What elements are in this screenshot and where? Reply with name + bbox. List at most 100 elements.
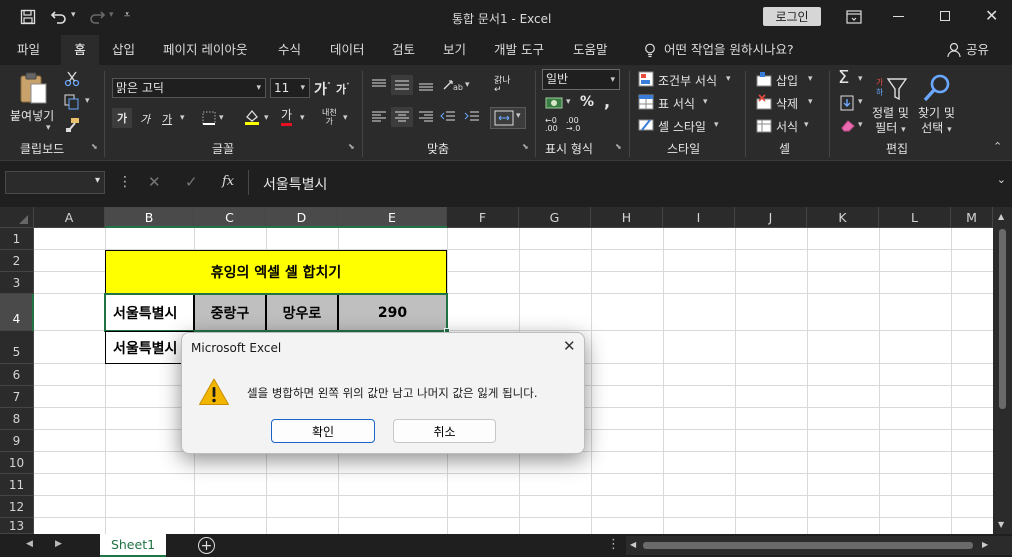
- conditional-format-button[interactable]: 조건부 서식: [658, 72, 717, 89]
- align-top-icon[interactable]: [371, 78, 387, 95]
- minimize-icon[interactable]: [893, 16, 904, 17]
- column-header-b[interactable]: B: [105, 207, 194, 228]
- row-header-3[interactable]: 3: [0, 272, 34, 294]
- cell-styles-icon[interactable]: [638, 117, 654, 136]
- close-icon[interactable]: ✕: [985, 6, 998, 25]
- confirm-entry-icon[interactable]: ✓: [185, 173, 198, 191]
- chevron-down-icon[interactable]: ▾: [300, 79, 305, 97]
- column-header-f[interactable]: F: [447, 207, 519, 228]
- insert-function-icon[interactable]: fx: [222, 174, 234, 189]
- insert-cells-button[interactable]: 삽입: [776, 72, 798, 89]
- format-cells-dropdown-icon[interactable]: ▾: [804, 120, 809, 130]
- row-header-12[interactable]: 12: [0, 496, 34, 518]
- expand-formula-icon[interactable]: ⌄: [997, 173, 1006, 186]
- conditional-format-icon[interactable]: [638, 71, 654, 90]
- column-header-g[interactable]: G: [519, 207, 591, 228]
- paste-label[interactable]: 붙여넣기: [10, 107, 54, 124]
- percent-icon[interactable]: %: [580, 94, 594, 110]
- align-center-icon[interactable]: [391, 107, 413, 127]
- font-name-combo[interactable]: 맑은 고딕 ▾: [112, 78, 266, 98]
- row-header-8[interactable]: 8: [0, 408, 34, 430]
- border-icon[interactable]: [202, 111, 216, 128]
- tab-developer[interactable]: 개발 도구: [494, 35, 544, 65]
- accounting-dropdown-icon[interactable]: ▾: [566, 97, 571, 107]
- row-header-6[interactable]: 6: [0, 364, 34, 386]
- font-color-dropdown-icon[interactable]: ▾: [300, 113, 305, 123]
- tab-view[interactable]: 보기: [443, 35, 466, 65]
- chevron-down-icon[interactable]: ▾: [95, 175, 100, 186]
- autosum-dropdown-icon[interactable]: ▾: [858, 74, 863, 84]
- alignment-launcher-icon[interactable]: ⬊: [522, 142, 529, 151]
- autosum-icon[interactable]: Σ: [838, 67, 849, 88]
- accounting-format-icon[interactable]: [545, 96, 563, 113]
- ok-button[interactable]: 확인: [271, 419, 375, 443]
- delete-cells-button[interactable]: 삭제: [776, 95, 798, 112]
- vertical-scrollbar[interactable]: ▲ ▼: [993, 207, 1012, 534]
- login-button[interactable]: 로그인: [763, 7, 821, 26]
- cell-styles-dropdown-icon[interactable]: ▾: [714, 120, 719, 130]
- underline-dropdown-icon[interactable]: ▾: [180, 113, 185, 123]
- tab-insert[interactable]: 삽입: [112, 35, 135, 65]
- font-color-icon[interactable]: 가: [281, 108, 293, 126]
- decrease-decimal-icon[interactable]: .00 →.0: [566, 117, 580, 133]
- horizontal-scroll-thumb[interactable]: [643, 542, 973, 549]
- tab-help[interactable]: 도움말: [573, 35, 608, 65]
- cancel-button[interactable]: 취소: [393, 419, 496, 443]
- row-header-2[interactable]: 2: [0, 250, 34, 272]
- cut-icon[interactable]: [64, 71, 80, 90]
- redo-icon[interactable]: [88, 9, 106, 28]
- column-header-a[interactable]: A: [34, 207, 105, 228]
- delete-cells-dropdown-icon[interactable]: ▾: [808, 97, 813, 107]
- column-header-c[interactable]: C: [194, 207, 266, 228]
- scroll-left-icon[interactable]: ◀: [630, 540, 636, 549]
- sort-filter-icon[interactable]: 가하: [876, 75, 908, 106]
- undo-dropdown-icon[interactable]: ▾: [71, 10, 76, 20]
- phonetic-icon[interactable]: 내천 가: [322, 108, 337, 126]
- column-header-e[interactable]: E: [338, 207, 447, 228]
- number-format-combo[interactable]: 일반 ▾: [542, 69, 620, 90]
- tab-data[interactable]: 데이터: [330, 35, 365, 65]
- clear-icon[interactable]: [840, 118, 856, 135]
- font-size-combo[interactable]: 11 ▾: [270, 78, 310, 98]
- chevron-down-icon[interactable]: ▾: [256, 79, 261, 97]
- sheet-tab-sheet1[interactable]: Sheet1: [100, 534, 166, 557]
- format-table-dropdown-icon[interactable]: ▾: [703, 97, 708, 107]
- tab-page-layout[interactable]: 페이지 레이아웃: [163, 35, 247, 65]
- orientation-icon[interactable]: ab: [442, 77, 464, 96]
- row-header-13[interactable]: 13: [0, 518, 34, 534]
- tab-review[interactable]: 검토: [392, 35, 415, 65]
- find-select-icon[interactable]: [922, 73, 952, 106]
- decrease-indent-icon[interactable]: [440, 110, 456, 127]
- paste-icon[interactable]: [18, 71, 48, 108]
- fill-color-icon[interactable]: [243, 108, 261, 129]
- underline-icon[interactable]: 가: [162, 111, 172, 127]
- font-launcher-icon[interactable]: ⬊: [348, 142, 355, 151]
- border-dropdown-icon[interactable]: ▾: [219, 113, 224, 123]
- ribbon-display-icon[interactable]: [846, 10, 862, 27]
- column-header-j[interactable]: J: [735, 207, 807, 228]
- align-left-icon[interactable]: [371, 110, 387, 127]
- italic-icon[interactable]: 가: [140, 111, 150, 127]
- column-header-i[interactable]: I: [663, 207, 735, 228]
- align-middle-icon[interactable]: [391, 75, 413, 95]
- row-header-7[interactable]: 7: [0, 386, 34, 408]
- format-table-button[interactable]: 표 서식: [658, 95, 695, 112]
- cancel-entry-icon[interactable]: ✕: [148, 173, 161, 191]
- increase-indent-icon[interactable]: [464, 110, 480, 127]
- select-all-corner[interactable]: [0, 207, 34, 228]
- format-cells-icon[interactable]: [756, 117, 772, 136]
- find-select-button[interactable]: 찾기 및 선택 ▾: [918, 106, 955, 138]
- tab-home[interactable]: 홈: [61, 35, 99, 65]
- fill-dropdown-icon[interactable]: ▾: [858, 97, 863, 107]
- column-header-k[interactable]: K: [807, 207, 879, 228]
- scroll-down-icon[interactable]: ▼: [998, 520, 1004, 529]
- undo-icon[interactable]: [50, 9, 68, 28]
- cell-styles-button[interactable]: 셀 스타일: [658, 118, 706, 135]
- column-header-d[interactable]: D: [266, 207, 338, 228]
- grow-font-icon[interactable]: 가˄: [314, 79, 331, 99]
- comma-style-icon[interactable]: ,: [604, 92, 610, 111]
- row-header-4[interactable]: 4: [0, 294, 34, 331]
- fill-color-dropdown-icon[interactable]: ▾: [264, 113, 269, 123]
- redo-dropdown-icon[interactable]: ▾: [109, 10, 114, 20]
- wrap-text-icon[interactable]: 갉나 ↵: [494, 77, 511, 95]
